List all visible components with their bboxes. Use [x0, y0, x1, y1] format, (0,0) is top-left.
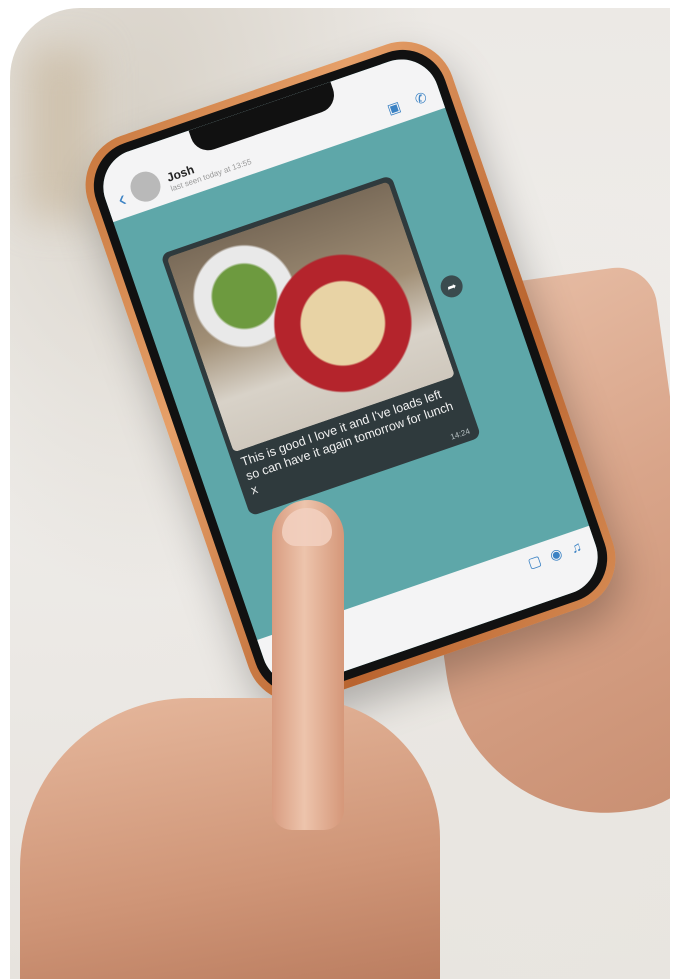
phone-bezel: ‹ Josh last seen today at 13:55 ▣ ✆ This… [81, 37, 620, 707]
chevron-left-icon[interactable]: ‹ [114, 186, 129, 212]
photo-frame: ‹ Josh last seen today at 13:55 ▣ ✆ This… [10, 8, 670, 979]
avatar[interactable] [126, 167, 165, 206]
left-hand [20, 698, 440, 979]
forward-arrow-icon[interactable]: ➦ [437, 272, 466, 301]
background-furniture [25, 48, 95, 218]
video-camera-icon[interactable]: ▣ [385, 98, 403, 118]
camera-icon[interactable]: ◉ [547, 545, 564, 565]
sticker-icon[interactable]: ▢ [526, 552, 544, 572]
smartphone: ‹ Josh last seen today at 13:55 ▣ ✆ This… [71, 27, 630, 717]
index-finger [272, 500, 344, 830]
chat-screen: ‹ Josh last seen today at 13:55 ▣ ✆ This… [93, 49, 608, 695]
microphone-icon[interactable]: ♫ [568, 538, 583, 557]
phone-icon[interactable]: ✆ [413, 89, 430, 109]
image-message-bubble[interactable]: This is good I love it and I've loads le… [160, 175, 482, 517]
